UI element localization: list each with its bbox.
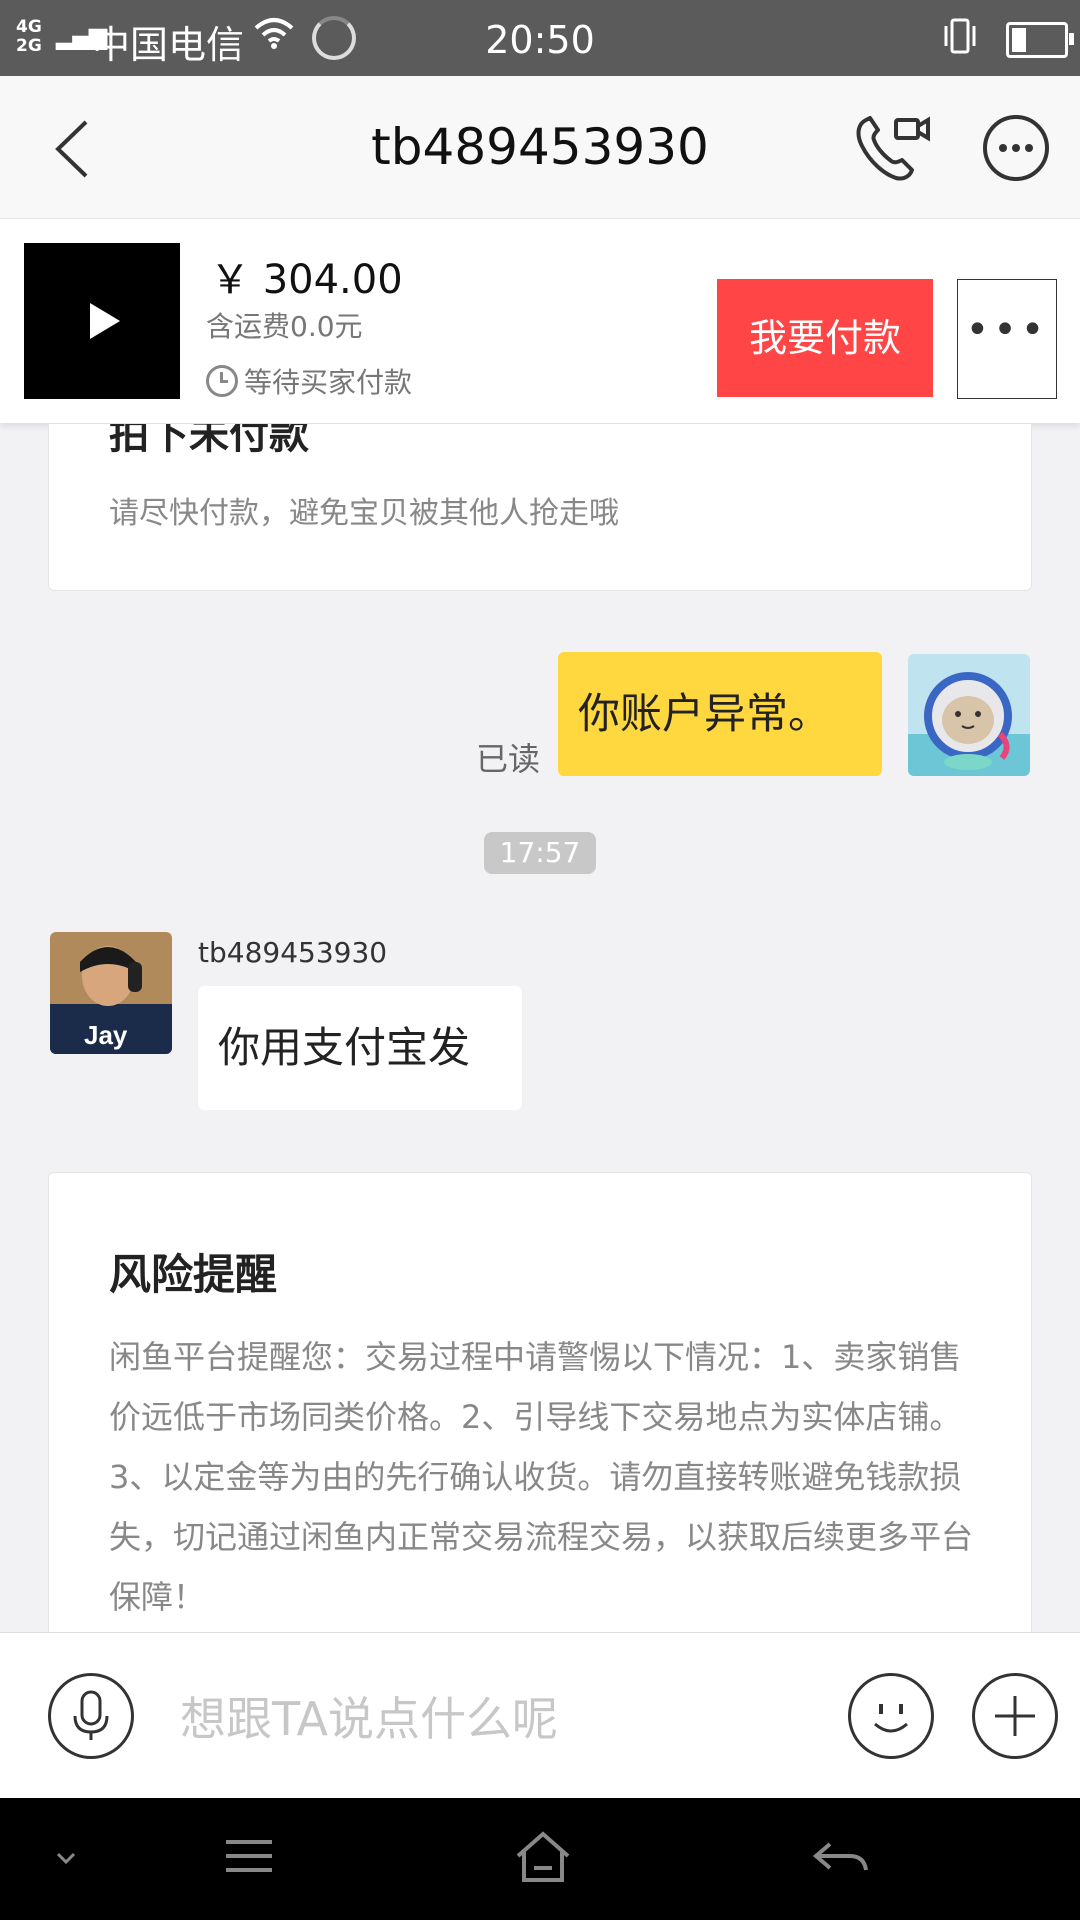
voice-input-button[interactable] [48,1673,134,1759]
back-nav-icon[interactable] [806,1828,876,1888]
clock-icon [206,365,238,397]
order-more-button[interactable]: ••• [957,279,1057,399]
play-icon [90,303,120,339]
collapse-nav-icon[interactable] [40,1828,110,1888]
risk-warning-card: 风险提醒 闲鱼平台提醒您：交易过程中请警惕以下情况：1、卖家销售价远低于市场同类… [48,1172,1032,1633]
message-timestamp: 17:57 [484,832,596,874]
menu-icon[interactable] [216,1828,286,1888]
microphone-icon [73,1690,109,1740]
smiley-icon [874,1704,908,1733]
message-input-bar [0,1632,1080,1799]
product-video-thumbnail[interactable] [24,243,180,399]
order-status-text: 等待买家付款 [244,366,413,399]
plus-icon [995,1696,1035,1736]
unpaid-notice-card: 拍下未付款 请尽快付款，避免宝贝被其他人抢走哦 [48,424,1032,591]
read-status: 已读 [476,740,541,778]
status-bar: 4G 2G ▂▄▆ 中国电信 20:50 [0,0,1080,76]
pay-button[interactable]: 我要付款 [717,279,933,397]
emoji-button[interactable] [848,1673,934,1759]
chat-header: tb489453930 [0,76,1080,219]
vibrate-icon [940,18,980,64]
my-message-bubble[interactable]: 你账户异常。 [558,652,882,776]
seller-name: tb489453930 [198,936,388,969]
avatar-caption: Jay [84,1020,128,1050]
order-status: 等待买家付款 [206,361,412,401]
battery-icon [1006,22,1074,58]
order-price: ￥ 304.00 [210,257,403,303]
order-summary: ￥ 304.00 含运费0.0元 等待买家付款 我要付款 ••• [0,219,1080,423]
notice-card-text: 请尽快付款，避免宝贝被其他人抢走哦 [109,496,619,531]
message-input[interactable] [178,1679,812,1759]
risk-warning-title: 风险提醒 [109,1250,278,1299]
seller-message-bubble[interactable]: 你用支付宝发 [198,986,522,1110]
system-navigation-bar [0,1798,1080,1920]
seller-avatar[interactable]: Jay [50,932,172,1054]
risk-warning-text: 闲鱼平台提醒您：交易过程中请警惕以下情况：1、卖家销售价远低于市场同类价格。2、… [109,1338,974,1616]
notice-card-title: 拍下未付款 [109,424,309,458]
home-icon[interactable] [508,1828,578,1888]
more-options-icon[interactable] [982,114,1050,182]
clock: 20:50 [485,18,595,62]
add-attachment-button[interactable] [972,1673,1058,1759]
call-video-icon[interactable] [852,110,932,184]
order-shipping: 含运费0.0元 [206,310,363,343]
my-avatar[interactable] [908,654,1030,776]
